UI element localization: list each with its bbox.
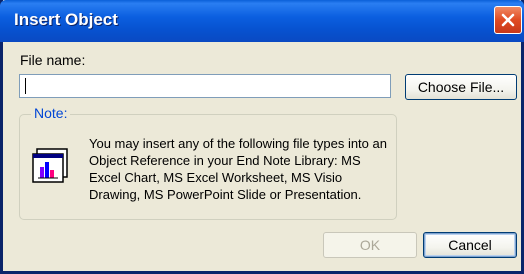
ok-button[interactable]: OK — [323, 232, 417, 258]
title-bar[interactable]: Insert Object — [0, 0, 524, 42]
close-button[interactable] — [494, 6, 522, 34]
file-name-label: File name: — [20, 52, 86, 68]
embedded-chart-icon — [31, 147, 71, 187]
note-legend: Note: — [31, 105, 71, 121]
insert-object-dialog: Insert Object File name: Choose File... … — [0, 0, 524, 274]
dialog-title: Insert Object — [14, 10, 118, 29]
note-text: You may insert any of the following file… — [89, 136, 387, 202]
file-name-input[interactable] — [19, 74, 391, 98]
text-caret — [25, 78, 26, 94]
cancel-button[interactable]: Cancel — [423, 232, 517, 258]
close-icon — [501, 13, 515, 27]
choose-file-button[interactable]: Choose File... — [405, 74, 517, 100]
